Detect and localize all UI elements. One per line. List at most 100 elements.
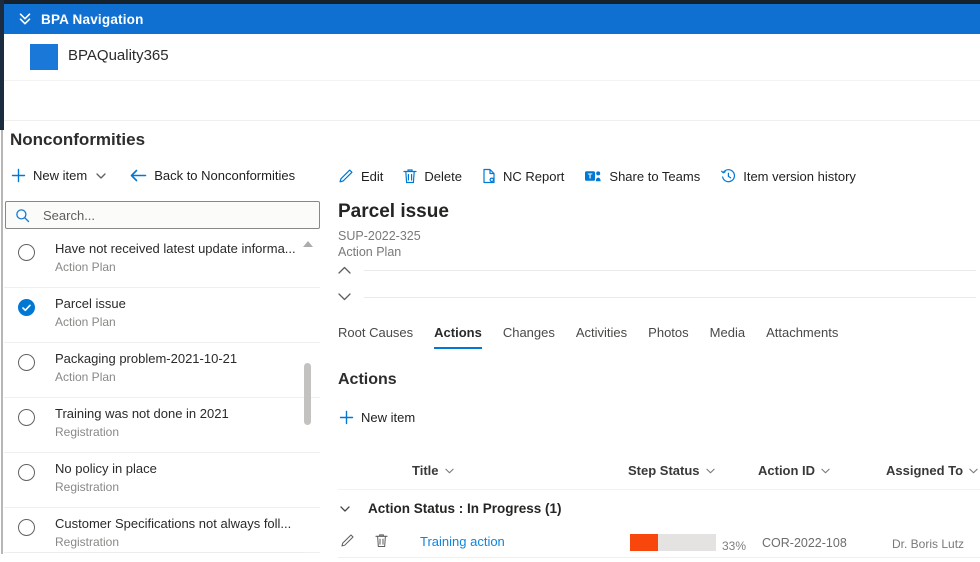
teams-icon: T	[584, 168, 602, 184]
list-bottom-divider	[8, 552, 303, 553]
detail-ref-id: SUP-2022-325	[338, 229, 421, 243]
double-chevron-down-icon[interactable]	[18, 12, 32, 26]
group-row-label: Action Status : In Progress (1)	[368, 501, 562, 516]
search-icon	[15, 208, 30, 223]
table-bottom-divider	[338, 557, 980, 558]
panel-left-edge	[1, 130, 3, 554]
row-edit-pencil-icon[interactable]	[340, 533, 355, 548]
column-header-title[interactable]: Title	[412, 463, 454, 478]
list-item[interactable]: Customer Specifications not always foll.…	[4, 508, 320, 553]
section-rule-2	[364, 297, 976, 298]
tab-media[interactable]: Media	[710, 325, 745, 349]
edit-button[interactable]: Edit	[338, 168, 383, 184]
radio-unchecked-icon[interactable]	[18, 244, 35, 261]
page-title: Nonconformities	[10, 130, 146, 149]
tab-changes[interactable]: Changes	[503, 325, 555, 349]
document-gear-icon	[482, 168, 496, 184]
column-header-step-status[interactable]: Step Status	[628, 463, 715, 478]
list-item[interactable]: Packaging problem-2021-10-21 Action Plan	[4, 343, 320, 398]
scroll-up-arrow-icon[interactable]	[303, 241, 313, 247]
detail-title: Parcel issue	[338, 201, 449, 222]
list-item-subtitle: Registration	[55, 425, 120, 439]
new-item-button[interactable]: New item	[11, 168, 106, 183]
plus-icon	[339, 410, 354, 425]
column-header-label: Step Status	[628, 463, 700, 478]
delete-button[interactable]: Delete	[403, 168, 462, 184]
chevron-down-icon[interactable]	[338, 293, 351, 301]
tab-attachments[interactable]: Attachments	[766, 325, 838, 349]
list-command-bar: New item Back to Nonconformities	[11, 168, 295, 183]
progress-percent-label: 33%	[722, 539, 747, 553]
radio-unchecked-icon[interactable]	[18, 464, 35, 481]
progress-fill	[630, 534, 659, 551]
list-item-selected[interactable]: Parcel issue Action Plan	[4, 288, 320, 343]
arrow-left-icon	[130, 169, 147, 182]
chevron-down-icon	[96, 172, 106, 179]
actions-section-title: Actions	[338, 371, 397, 388]
search-input[interactable]	[41, 206, 310, 224]
site-title: BPAQuality365	[68, 47, 169, 64]
list-item-subtitle: Registration	[55, 535, 120, 549]
radio-unchecked-icon[interactable]	[18, 519, 35, 536]
radio-unchecked-icon[interactable]	[18, 409, 35, 426]
detail-category: Action Plan	[338, 245, 402, 259]
list-item[interactable]: Training was not done in 2021 Registrati…	[4, 398, 320, 453]
bpa-navigation-bar: BPA Navigation	[4, 4, 980, 34]
list-item-subtitle: Registration	[55, 480, 120, 494]
chevron-down-icon	[821, 468, 830, 474]
nonconformity-list: Have not received latest update informa.…	[4, 233, 320, 553]
radio-checked-icon[interactable]	[18, 299, 35, 316]
actions-new-item-wrapper: New item	[339, 410, 415, 425]
column-header-label: Assigned To	[886, 463, 964, 478]
chevron-down-icon	[444, 468, 454, 474]
delete-label: Delete	[424, 168, 462, 184]
list-item-title: Customer Specifications not always foll.…	[55, 516, 292, 531]
detail-tabs: Root Causes Actions Changes Activities P…	[338, 325, 838, 349]
column-header-label: Title	[412, 463, 439, 478]
column-header-label: Action ID	[758, 463, 816, 478]
back-to-nonconformities-button[interactable]: Back to Nonconformities	[130, 168, 295, 183]
nc-report-button[interactable]: NC Report	[482, 168, 564, 184]
tab-actions[interactable]: Actions	[434, 325, 482, 349]
group-collapse-chevron-icon[interactable]	[340, 506, 350, 512]
history-icon	[720, 168, 736, 184]
actions-new-item-button[interactable]: New item	[339, 410, 415, 425]
list-item-title: Have not received latest update informa.…	[55, 241, 296, 256]
list-item[interactable]: Have not received latest update informa.…	[4, 233, 320, 288]
search-box	[5, 201, 320, 229]
pencil-icon	[338, 168, 354, 184]
chevron-up-icon[interactable]	[338, 266, 351, 274]
list-item[interactable]: No policy in place Registration	[4, 453, 320, 508]
plus-icon	[11, 168, 26, 183]
row-title-link[interactable]: Training action	[420, 534, 505, 549]
share-to-teams-button[interactable]: T Share to Teams	[584, 168, 700, 184]
item-version-history-button[interactable]: Item version history	[720, 168, 856, 184]
tab-activities[interactable]: Activities	[576, 325, 627, 349]
header-divider	[4, 80, 980, 81]
column-header-action-id[interactable]: Action ID	[758, 463, 830, 478]
row-action-id: COR-2022-108	[762, 536, 847, 550]
trash-icon	[403, 168, 418, 184]
actions-new-item-label: New item	[361, 410, 416, 425]
list-item-title: Parcel issue	[55, 296, 126, 311]
new-item-label: New item	[33, 168, 88, 183]
svg-text:T: T	[588, 172, 593, 181]
progress-bar	[630, 534, 716, 551]
column-header-assigned-to[interactable]: Assigned To	[886, 463, 978, 478]
radio-unchecked-icon[interactable]	[18, 354, 35, 371]
edit-label: Edit	[361, 168, 384, 184]
nav-bar-title: BPA Navigation	[41, 11, 144, 27]
app-logo[interactable]	[30, 44, 58, 70]
back-label: Back to Nonconformities	[154, 168, 296, 183]
app-window: BPA Navigation BPAQuality365 Nonconformi…	[0, 0, 980, 562]
list-scrollbar[interactable]	[304, 363, 311, 425]
chevron-down-icon	[969, 468, 978, 474]
list-item-title: Packaging problem-2021-10-21	[55, 351, 238, 366]
list-item-subtitle: Action Plan	[55, 315, 116, 329]
chevron-down-icon	[705, 468, 715, 474]
tab-root-causes[interactable]: Root Causes	[338, 325, 413, 349]
tab-photos[interactable]: Photos	[648, 325, 688, 349]
detail-command-bar: Edit Delete NC Report T Share to Teams I…	[338, 168, 856, 184]
list-item-title: No policy in place	[55, 461, 157, 476]
row-delete-trash-icon[interactable]	[375, 533, 388, 548]
